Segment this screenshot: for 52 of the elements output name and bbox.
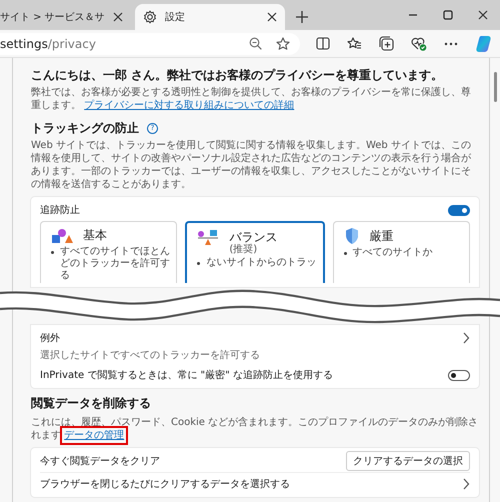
- settings-icon: [142, 10, 157, 24]
- close-window-icon[interactable]: [478, 10, 488, 20]
- browser-tab[interactable]: 設定: [134, 4, 285, 30]
- level-title: バランス: [229, 228, 278, 244]
- balance-shapes-icon: [197, 228, 220, 246]
- close-tab-icon[interactable]: [112, 12, 123, 22]
- toggle-label: 追跡防止: [40, 204, 80, 217]
- browser-tab[interactable]: サイト > サービス＆サ: [0, 4, 131, 30]
- chevron-right-icon: [462, 478, 470, 490]
- chevron-right-icon: [462, 332, 470, 344]
- favorite-star-icon[interactable]: [276, 36, 290, 50]
- tracking-level-card[interactable]: 厳重 すべてのサイトか: [332, 221, 470, 283]
- level-description: すべてのサイトか: [352, 247, 433, 259]
- maximize-icon[interactable]: [443, 10, 453, 20]
- collections-icon[interactable]: [379, 36, 394, 51]
- level-description: ないサイトからのトラッ: [206, 257, 316, 269]
- zoom-out-icon[interactable]: [249, 37, 262, 50]
- setting-label: 今すぐ閲覧データをクリア: [40, 455, 160, 468]
- favorites-icon[interactable]: [347, 36, 362, 50]
- recommended-note: (推奨): [229, 244, 258, 255]
- bullet-icon: [51, 251, 54, 254]
- shield-icon: [344, 227, 360, 245]
- scrollbar-thumb[interactable]: [494, 72, 497, 102]
- greeting-text: 弊社では、お客様が必要とする透明性と制御を提供して、お客様のプライバシーを常に保護し、尊重します。 プライバシーに対する取り組みについての詳細: [31, 86, 472, 112]
- choose-data-button[interactable]: クリアするデータの選択: [346, 451, 470, 471]
- shapes-icon: [51, 228, 73, 244]
- setting-label[interactable]: ブラウザーを閉じるたびにクリアするデータを選択する: [40, 477, 290, 491]
- greeting-heading: こんにちは、一郎 さん。弊社ではお客様のプライバシーを尊重しています。: [31, 68, 444, 83]
- heart-icon[interactable]: [411, 36, 427, 51]
- level-description: すべてのサイトでほとんどのトラッカーを許可する: [60, 246, 171, 282]
- exceptions-label[interactable]: 例外: [40, 331, 60, 345]
- level-title: 厳重: [370, 228, 394, 244]
- privacy-details-link[interactable]: プライバシーに対する取り組みについての詳細: [84, 100, 294, 111]
- split-screen-icon[interactable]: [316, 37, 330, 50]
- level-title: 基本: [83, 227, 107, 244]
- more-icon[interactable]: [444, 42, 458, 46]
- bullet-icon: [197, 262, 200, 265]
- toggle-switch[interactable]: [448, 204, 470, 216]
- copilot-logo-icon[interactable]: [475, 34, 493, 52]
- bullet-icon: [344, 252, 347, 255]
- address-field[interactable]: settings/privacy: [0, 32, 300, 54]
- close-tab-icon[interactable]: [266, 12, 277, 22]
- section-heading: 閲覧データを削除する: [31, 396, 152, 411]
- section-heading: トラッキングの防止: [31, 121, 139, 136]
- tracking-description: Web サイトでは、トラッカーを使用して閲覧に関する情報を収集します。Web サイトでは、この情報を使用して、サイトの改善やパーソナル設定された広告などのコンテンツの表示を行う場合があります。一部のトラッカーでは、ユーザーの情報を収集し、アクセスしたことがないサイトにその情報を送信することがあります。: [31, 139, 472, 191]
- inprivate-label: InPrivate で閲覧するときは、常に "厳密" な追跡防止を使用する: [40, 368, 333, 382]
- tracking-level-card[interactable]: バランス (推奨) ないサイトからのトラッ: [185, 221, 325, 283]
- exceptions-description: 選択したサイトですべてのトラッカーを許可する: [40, 348, 261, 362]
- url-text: settings/privacy: [0, 36, 96, 50]
- toggle-switch[interactable]: [448, 370, 470, 380]
- tracking-level-card[interactable]: 基本 すべてのサイトでほとんどのトラッカーを許可する: [40, 221, 178, 283]
- new-tab-icon[interactable]: [294, 10, 309, 24]
